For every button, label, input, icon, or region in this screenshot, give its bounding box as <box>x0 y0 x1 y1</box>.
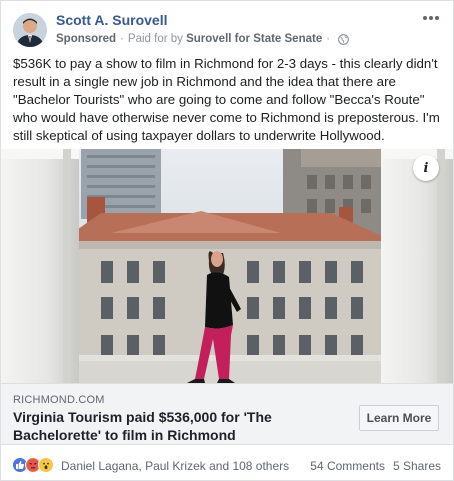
post-header: Scott A. Surovell Sponsored · Paid for b… <box>1 1 453 51</box>
link-domain: RICHMOND.COM <box>13 394 105 406</box>
post-meta: Sponsored · Paid for by Surovell for Sta… <box>56 33 349 45</box>
reactions-summary[interactable] <box>12 457 54 473</box>
comments-count[interactable]: 54 Comments <box>310 459 385 473</box>
engagement-counts: 54 Comments 5 Shares <box>310 459 441 473</box>
reactors-text[interactable]: Daniel Lagana, Paul Krizek and 108 other… <box>61 459 289 473</box>
globe-icon[interactable] <box>338 33 349 45</box>
more-options-icon[interactable] <box>421 11 441 25</box>
wow-reaction-icon <box>38 457 54 473</box>
sponsored-label[interactable]: Sponsored <box>56 33 116 45</box>
meta-separator-2: · <box>326 33 331 45</box>
post-text: $536K to pay a show to film in Richmond … <box>13 56 440 143</box>
meta-separator: · <box>120 33 124 45</box>
info-icon[interactable]: i <box>413 155 439 181</box>
link-preview[interactable]: RICHMOND.COM Virginia Tourism paid $536,… <box>1 383 453 445</box>
shares-count[interactable]: 5 Shares <box>393 459 441 473</box>
author-name[interactable]: Scott A. Surovell <box>56 12 168 28</box>
avatar[interactable] <box>13 13 47 47</box>
link-image[interactable] <box>1 149 453 383</box>
sponsored-post-card: Scott A. Surovell Sponsored · Paid for b… <box>0 0 454 481</box>
paid-for-name[interactable]: Surovell for State Senate <box>186 33 322 45</box>
link-headline[interactable]: Virginia Tourism paid $536,000 for 'The … <box>13 408 343 444</box>
paid-for-prefix: Paid for by <box>127 33 183 45</box>
post-footer: Daniel Lagana, Paul Krizek and 108 other… <box>1 453 453 479</box>
learn-more-button[interactable]: Learn More <box>359 405 439 431</box>
